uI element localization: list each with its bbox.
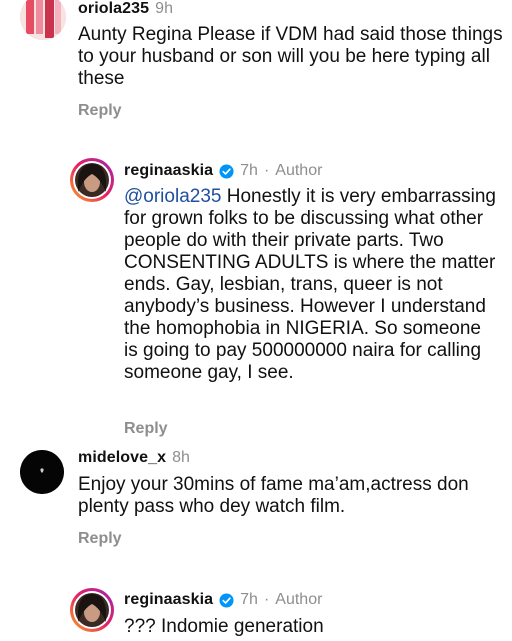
comment-text: @oriola235 Honestly it is very embarrass…: [124, 186, 496, 384]
avatar-image: [20, 0, 66, 40]
verified-badge-icon: [219, 163, 234, 179]
separator-dot: ·: [263, 162, 270, 179]
username[interactable]: reginaaskia: [124, 162, 213, 180]
reply-button[interactable]: Reply: [78, 530, 122, 548]
comment-body: Honestly it is very embarrassing for gro…: [124, 186, 497, 383]
reply-button[interactable]: Reply: [78, 102, 122, 120]
avatar-image: [73, 161, 111, 199]
timestamp: 8h: [172, 449, 190, 466]
comment-header: reginaaskia 7h · Author: [124, 162, 322, 180]
timestamp: 7h: [240, 591, 258, 608]
author-label: Author: [275, 162, 323, 179]
mention-link[interactable]: @oriola235: [124, 186, 221, 207]
avatar-image: [73, 591, 111, 629]
reply-button[interactable]: Reply: [124, 420, 168, 438]
author-label: Author: [275, 591, 323, 608]
username[interactable]: midelove_x: [78, 449, 166, 467]
timestamp: 7h: [240, 162, 258, 179]
comment-text: Enjoy your 30mins of fame ma’am,actress …: [78, 474, 469, 517]
timestamp: 9h: [155, 0, 173, 17]
comment-header: midelove_x 8h: [78, 449, 190, 467]
separator-dot: ·: [263, 591, 270, 608]
avatar-midelove-x[interactable]: [20, 450, 64, 494]
comment-text: Aunty Regina Please if VDM had said thos…: [78, 24, 503, 89]
username[interactable]: oriola235: [78, 0, 149, 18]
avatar-image: [20, 450, 64, 494]
avatar-reginaaskia[interactable]: [70, 158, 114, 202]
username[interactable]: reginaaskia: [124, 591, 213, 609]
comment-text: ??? Indomie generation: [124, 616, 324, 637]
avatar-oriola235[interactable]: [20, 0, 66, 40]
verified-badge-icon: [219, 592, 234, 608]
avatar-reginaaskia[interactable]: [70, 588, 114, 632]
comment-header: reginaaskia 7h · Author: [124, 591, 322, 609]
comment-header: oriola235 9h: [78, 0, 173, 18]
